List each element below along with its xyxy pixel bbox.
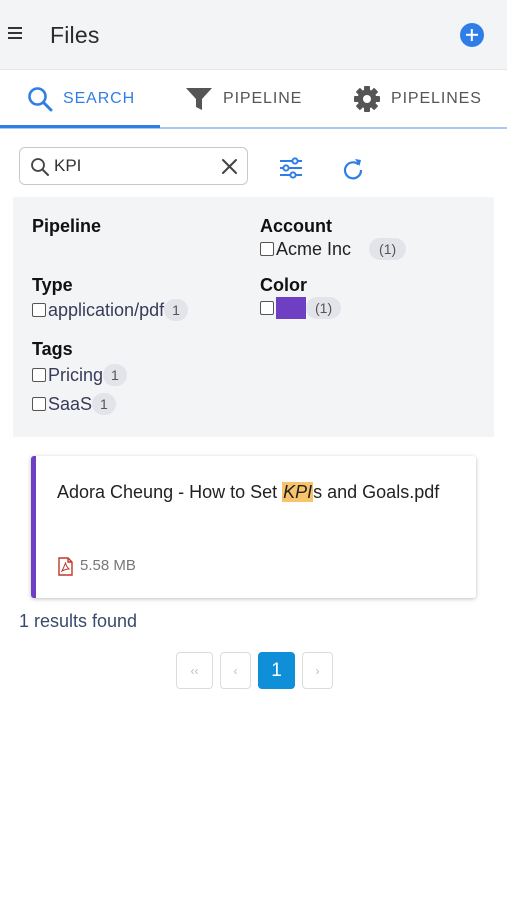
facet-option-label: SaaS (48, 393, 93, 414)
add-button[interactable] (460, 23, 484, 47)
result-card[interactable]: Adora Cheung - How to Set KPIs and Goals… (31, 456, 476, 598)
facet-count-badge: (1) (369, 238, 407, 260)
page-button-current[interactable]: 1 (258, 652, 295, 689)
pagination: ‹‹ ‹ 1 › (176, 652, 333, 689)
search-highlight: KPI (282, 482, 314, 502)
funnel-icon (186, 87, 212, 110)
file-size: 5.58 MB (80, 557, 136, 574)
tab-bar: SEARCH PIPELINE PIPELINES (0, 70, 507, 129)
tab-search[interactable]: SEARCH (27, 70, 135, 127)
facet-option-label: application/pdf (48, 299, 165, 320)
close-icon[interactable] (221, 158, 238, 175)
search-icon (28, 86, 53, 111)
page-title: Files (50, 22, 100, 48)
sliders-icon[interactable] (279, 157, 303, 179)
search-field (19, 147, 248, 185)
facet-option-color: (1) (260, 297, 342, 319)
facet-count-badge: (1) (306, 297, 342, 319)
app-bar: Files (0, 0, 507, 70)
active-tab-indicator (0, 125, 160, 128)
gear-icon (354, 85, 380, 112)
prev-page-button[interactable]: ‹ (220, 652, 251, 689)
facet-option-account: Acme Inc (1) (260, 238, 407, 260)
search-input[interactable] (54, 152, 214, 180)
checkbox[interactable] (32, 303, 46, 317)
search-icon (31, 158, 49, 176)
checkbox[interactable] (32, 368, 46, 382)
refresh-icon[interactable] (341, 156, 365, 182)
facet-title-color: Color (260, 275, 307, 295)
facet-option-label: Pricing (48, 364, 104, 385)
facet-title-type: Type (32, 275, 73, 295)
checkbox[interactable] (260, 242, 274, 256)
facet-title-pipeline: Pipeline (32, 216, 102, 236)
hamburger-menu-icon[interactable] (8, 27, 23, 39)
facet-option-label: Acme Inc (276, 238, 352, 259)
result-title: Adora Cheung - How to Set KPIs and Goals… (57, 478, 457, 507)
results-count: 1 results found (19, 611, 138, 631)
checkbox[interactable] (260, 301, 274, 315)
first-page-button[interactable]: ‹‹ (176, 652, 213, 689)
next-page-button[interactable]: › (302, 652, 333, 689)
tab-search-label: SEARCH (63, 89, 136, 107)
facet-count-badge: 1 (103, 364, 127, 386)
tab-pipeline[interactable]: PIPELINE (185, 70, 302, 127)
tab-pipelines[interactable]: PIPELINES (353, 70, 482, 127)
facet-title-tags: Tags (32, 339, 73, 359)
facet-count-badge: 1 (92, 393, 116, 415)
pdf-file-icon (58, 557, 73, 576)
facet-option-type: application/pdf 1 (32, 299, 188, 321)
tab-pipelines-label: PIPELINES (391, 89, 482, 107)
result-title-text: s and Goals.pdf (313, 482, 440, 502)
tab-pipeline-label: PIPELINE (223, 89, 303, 107)
color-swatch (276, 297, 306, 319)
checkbox[interactable] (32, 397, 46, 411)
facet-panel: Pipeline Account Acme Inc (1) Type appli… (13, 197, 494, 437)
facet-option-tag-pricing: Pricing 1 (32, 364, 127, 386)
facet-option-tag-saas: SaaS 1 (32, 393, 116, 415)
result-title-text: Adora Cheung - How to Set (57, 482, 283, 502)
facet-count-badge: 1 (164, 299, 188, 321)
facet-title-account: Account (260, 216, 332, 236)
